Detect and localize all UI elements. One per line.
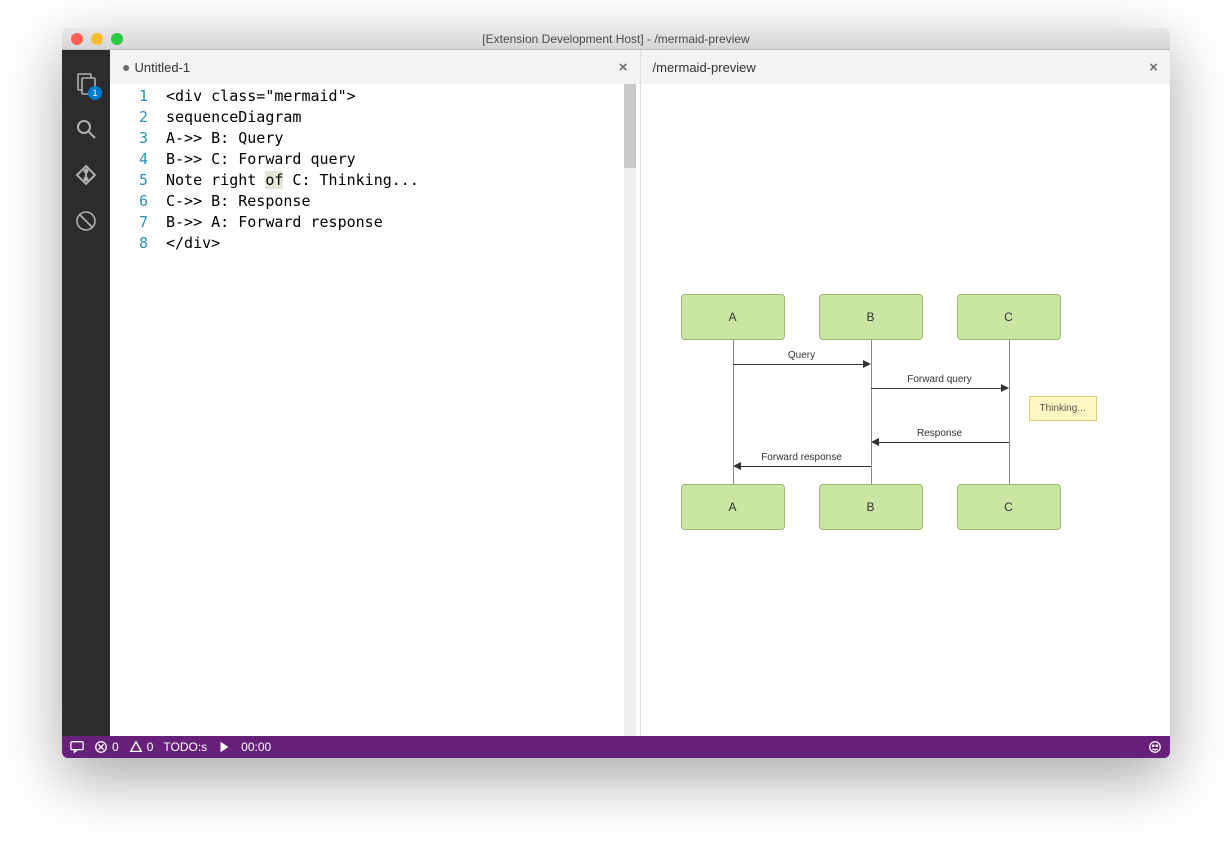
titlebar[interactable]: [Extension Development Host] - /mermaid-… — [62, 28, 1170, 50]
msg-fq-line — [871, 388, 1007, 389]
actor-c-bottom: C — [957, 484, 1061, 530]
mermaid-preview: A B C Query Forward query Thi — [641, 84, 1171, 736]
maximize-window-button[interactable] — [111, 33, 123, 45]
dirty-indicator-icon: ● — [122, 59, 130, 75]
play-icon[interactable] — [217, 740, 231, 754]
msg-fq-arrow-icon — [1001, 384, 1009, 392]
actor-b-top: B — [819, 294, 923, 340]
actor-c-top: C — [957, 294, 1061, 340]
status-bar: 0 0 TODO:s 00:00 — [62, 736, 1170, 758]
search-icon[interactable] — [62, 106, 110, 152]
lifeline-b — [871, 340, 872, 484]
msg-query-arrow-icon — [863, 360, 871, 368]
minimap[interactable] — [624, 84, 636, 736]
msg-fr-label: Forward response — [761, 452, 842, 463]
window-title: [Extension Development Host] - /mermaid-… — [62, 32, 1170, 46]
msg-fq-label: Forward query — [907, 374, 971, 385]
error-count: 0 — [112, 740, 119, 754]
actor-a-bottom: A — [681, 484, 785, 530]
preview-tab[interactable]: /mermaid-preview × — [641, 50, 1171, 84]
editor-tab-title: Untitled-1 — [134, 60, 190, 75]
close-window-button[interactable] — [71, 33, 83, 45]
close-preview-icon[interactable]: × — [1149, 59, 1158, 76]
preview-tab-title: /mermaid-preview — [653, 60, 756, 75]
code-editor[interactable]: 1 2 3 4 5 6 7 8 <div class="mermaid">seq… — [110, 84, 640, 736]
activity-bar: 1 — [62, 50, 110, 736]
actor-b-bottom: B — [819, 484, 923, 530]
debug-icon[interactable] — [62, 198, 110, 244]
minimize-window-button[interactable] — [91, 33, 103, 45]
close-tab-icon[interactable]: × — [619, 59, 628, 76]
code-content[interactable]: <div class="mermaid">sequenceDiagramA->>… — [166, 84, 640, 736]
editor-tab[interactable]: ● Untitled-1 × — [110, 50, 640, 84]
lifeline-c — [1009, 340, 1010, 484]
msg-query-line — [733, 364, 869, 365]
line-number-gutter: 1 2 3 4 5 6 7 8 — [110, 84, 166, 736]
note-box: Thinking... — [1029, 396, 1097, 421]
msg-fr-line — [735, 466, 871, 467]
msg-r-label: Response — [917, 428, 962, 439]
msg-fr-arrow-icon — [733, 462, 741, 470]
todo-item[interactable]: TODO:s — [163, 740, 207, 754]
git-icon[interactable] — [62, 152, 110, 198]
explorer-badge: 1 — [88, 86, 102, 100]
msg-r-arrow-icon — [871, 438, 879, 446]
app-window: [Extension Development Host] - /mermaid-… — [62, 28, 1170, 758]
smiley-icon[interactable] — [1148, 740, 1162, 754]
minimap-thumb[interactable] — [624, 84, 636, 168]
time-item[interactable]: 00:00 — [241, 740, 271, 754]
problems-item[interactable]: 0 0 — [94, 740, 153, 754]
msg-r-line — [873, 442, 1009, 443]
feedback-icon[interactable] — [70, 740, 84, 754]
msg-query-label: Query — [788, 350, 815, 361]
warning-count: 0 — [147, 740, 154, 754]
actor-a-top: A — [681, 294, 785, 340]
explorer-icon[interactable]: 1 — [62, 60, 110, 106]
